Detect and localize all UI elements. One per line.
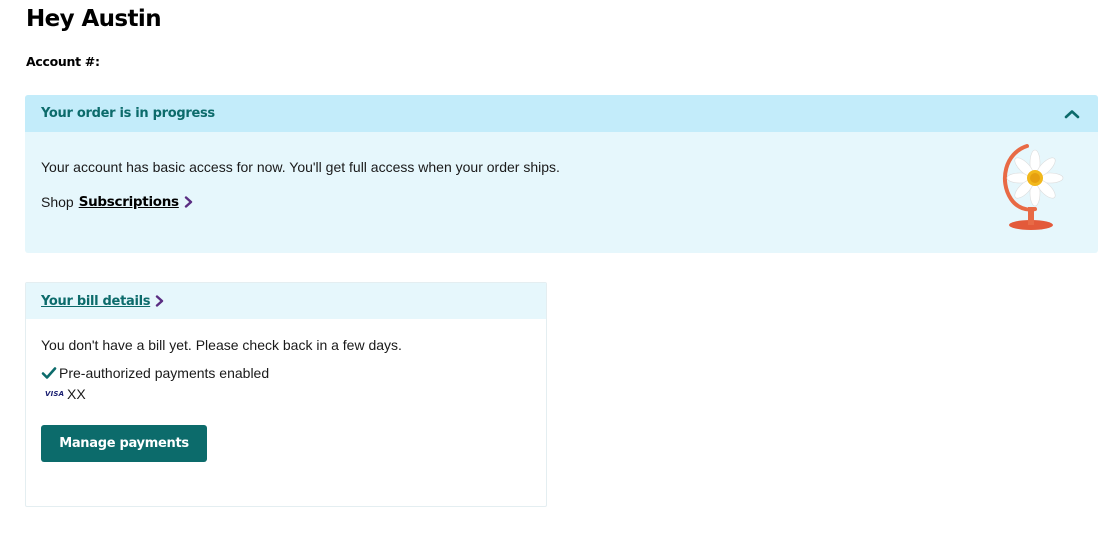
- greeting-title: Hey Austin: [26, 6, 162, 32]
- order-progress-panel: Your order is in progress Your account h…: [25, 95, 1098, 253]
- bill-details-link[interactable]: Your bill details: [41, 294, 151, 309]
- daisy-globe-icon: [1002, 144, 1064, 230]
- shop-prefix: Shop: [41, 194, 74, 210]
- preauth-status: Pre-authorized payments enabled: [41, 365, 531, 381]
- collapse-chevron-up-icon[interactable]: [1062, 104, 1082, 124]
- preauth-label: Pre-authorized payments enabled: [59, 365, 270, 381]
- chevron-right-icon[interactable]: [155, 295, 164, 307]
- order-status-message: Your account has basic access for now. Y…: [41, 159, 560, 175]
- manage-payments-button[interactable]: Manage payments: [41, 425, 207, 462]
- account-number-label: Account #:: [26, 54, 100, 69]
- subscriptions-link[interactable]: Subscriptions: [79, 194, 179, 210]
- order-panel-header[interactable]: Your order is in progress: [25, 95, 1098, 132]
- checkmark-icon: [41, 366, 57, 380]
- bill-status-message: You don't have a bill yet. Please check …: [41, 337, 402, 353]
- order-panel-title: Your order is in progress: [41, 106, 215, 121]
- shop-line: Shop Subscriptions: [41, 194, 1082, 210]
- chevron-right-icon[interactable]: [184, 196, 193, 208]
- bill-details-panel: Your bill details You don't have a bill …: [25, 282, 547, 507]
- visa-icon: VISA: [45, 390, 65, 398]
- order-panel-body: Your account has basic access for now. Y…: [25, 132, 1098, 253]
- bill-panel-body: You don't have a bill yet. Please check …: [26, 319, 546, 462]
- card-number: XX: [67, 386, 86, 402]
- bill-panel-header: Your bill details: [26, 283, 546, 319]
- payment-card: VISA XX: [41, 386, 531, 402]
